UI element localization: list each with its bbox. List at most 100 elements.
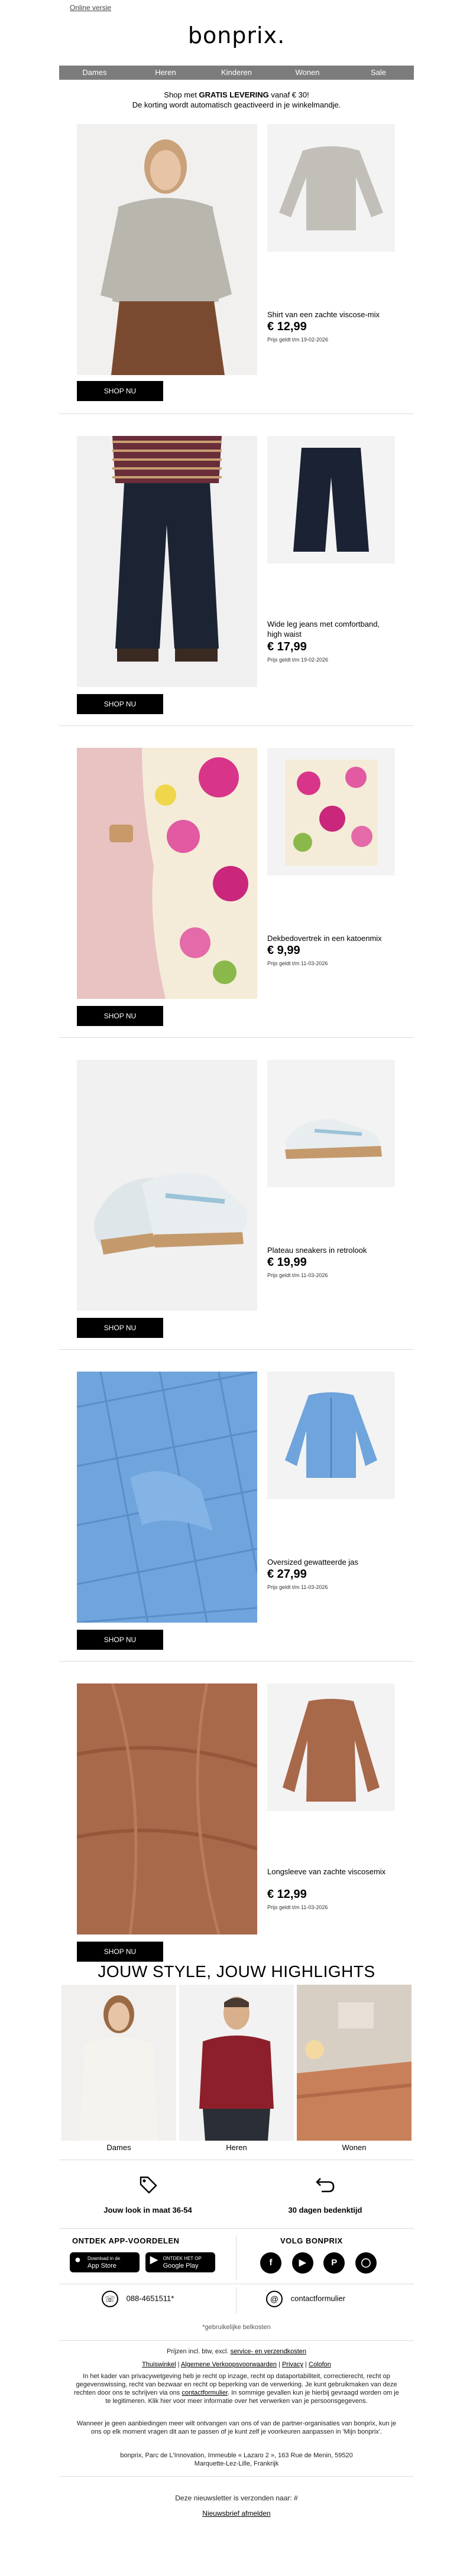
product-item-photo[interactable] <box>267 748 395 875</box>
company-address: bonprix, Parc de L'Innovation, Immeuble … <box>71 2451 402 2468</box>
product-jacket-detail-photo[interactable] <box>77 1372 257 1623</box>
shipping-costs-link[interactable]: service- en verzendkosten <box>231 2348 306 2355</box>
unsubscribe-link[interactable]: Nieuwsbrief afmelden <box>202 2509 270 2518</box>
google-play-label: Google Play <box>163 2262 199 2269</box>
app-store-label: App Store <box>88 2262 116 2269</box>
product-price: € 19,99 <box>267 1256 307 1269</box>
highlight-label-wonen[interactable]: Wonen <box>297 2143 412 2152</box>
product-model-photo[interactable] <box>77 436 257 687</box>
highlight-heren-photo[interactable] <box>179 1985 294 2141</box>
product-name[interactable]: Dekbedovertrek in een katoenmix <box>267 933 395 943</box>
app-store-button[interactable]: ● Download in de App Store <box>70 2252 140 2272</box>
phone-contact[interactable]: ☏ 088-4651511* <box>102 2291 174 2307</box>
promo-suffix: vanaf € 30! <box>268 90 309 99</box>
pinterest-icon[interactable]: P <box>323 2252 345 2274</box>
section-divider <box>59 725 414 726</box>
section-divider <box>59 1037 414 1038</box>
shop-now-button[interactable]: SHOP NU <box>77 694 163 714</box>
benefit-return-text: 30 dagen bedenktijd <box>288 2206 362 2214</box>
highlights-title: JOUW STYLE, JOUW HIGHLIGHTS <box>98 1962 375 1981</box>
facebook-icon[interactable]: f <box>260 2252 281 2274</box>
app-section-title: ONTDEK APP-VOORDELEN <box>72 2236 180 2245</box>
product-name[interactable]: Shirt van een zachte viscose-mix <box>267 310 395 320</box>
highlight-label-dames[interactable]: Dames <box>61 2143 176 2152</box>
product-price: € 12,99 <box>267 1888 307 1901</box>
section-divider <box>59 1349 414 1350</box>
nav-item-kinderen[interactable]: Kinderen <box>201 66 272 80</box>
price-validity-note: Prijs geldt t/m 11-03-2026 <box>267 960 328 966</box>
vertical-divider <box>236 2287 237 2313</box>
product-price: € 12,99 <box>267 320 307 333</box>
section-divider <box>59 1661 414 1662</box>
product-model-photo[interactable] <box>77 124 257 375</box>
shop-now-button[interactable]: SHOP NU <box>77 1630 163 1650</box>
address-line-2: Marquette-Lez-Lille, Frankrijk <box>194 2460 279 2467</box>
shop-now-button[interactable]: SHOP NU <box>77 1942 163 1962</box>
price-validity-note: Prijs geldt t/m 19-02-2026 <box>267 337 329 343</box>
price-validity-note: Prijs geldt t/m 11-03-2026 <box>267 1584 328 1590</box>
product-block: Dekbedovertrek in een katoenmix € 9,99 P… <box>77 748 396 1026</box>
highlight-wonen-photo[interactable] <box>297 1985 412 2141</box>
product-sneaker-photo[interactable] <box>77 1060 257 1311</box>
product-price: € 17,99 <box>267 640 307 653</box>
privacy-contact-form-link[interactable]: contactformulier <box>182 2389 228 2396</box>
product-fabric-detail-photo[interactable] <box>77 1683 257 1935</box>
form-contact[interactable]: @ contactformulier <box>266 2291 345 2307</box>
shop-now-button[interactable]: SHOP NU <box>77 1318 163 1338</box>
contact-form-link[interactable]: contactformulier <box>291 2294 345 2303</box>
price-validity-note: Prijs geldt t/m 11-03-2026 <box>267 1904 328 1910</box>
product-bedding-photo[interactable] <box>77 748 257 999</box>
apple-icon: ● <box>74 2253 81 2265</box>
youtube-icon[interactable]: ▶ <box>291 2252 313 2274</box>
product-item-photo[interactable] <box>267 436 395 564</box>
product-item-photo[interactable] <box>267 1683 395 1811</box>
product-block: Plateau sneakers in retrolook € 19,99 Pr… <box>77 1060 396 1338</box>
highlight-dames-photo[interactable] <box>61 1985 176 2141</box>
product-block: Shirt van een zachte viscose-mix € 12,99… <box>77 124 396 401</box>
email-page: Online versie bonprix. Dames Heren Kinde… <box>0 0 473 2576</box>
app-store-small-text: Download in de <box>88 2256 121 2261</box>
shop-now-button[interactable]: SHOP NU <box>77 381 163 401</box>
nav-item-wonen[interactable]: Wonen <box>272 66 343 80</box>
product-item-photo[interactable] <box>267 1060 395 1187</box>
google-play-icon: ▶ <box>150 2253 158 2265</box>
nav-item-dames[interactable]: Dames <box>59 66 130 80</box>
product-name[interactable]: Oversized gewatteerde jas <box>267 1557 395 1567</box>
free-shipping-banner: Shop met GRATIS LEVERING vanaf € 30! De … <box>59 90 414 110</box>
product-price: € 9,99 <box>267 944 300 957</box>
phone-icon: ☏ <box>102 2291 118 2307</box>
phone-number[interactable]: 088-4651511* <box>127 2294 174 2303</box>
call-cost-note: *gebruikelijke belkosten <box>202 2324 271 2331</box>
product-name[interactable]: Wide leg jeans met comfortband, high wai… <box>267 619 395 639</box>
footer-link-terms[interactable]: Algemene Verkoopsvoorwaarden <box>181 2361 277 2368</box>
bonprix-logo[interactable]: bonprix. <box>0 22 473 48</box>
shop-now-button[interactable]: SHOP NU <box>77 1006 163 1026</box>
price-validity-note: Prijs geldt t/m 11-03-2026 <box>267 1272 328 1278</box>
section-divider <box>59 2476 414 2477</box>
online-version-link[interactable]: Online versie <box>70 4 111 12</box>
product-item-photo[interactable] <box>267 1372 395 1499</box>
nav-item-sale[interactable]: Sale <box>343 66 414 80</box>
footer-link-privacy[interactable]: Privacy <box>282 2361 303 2368</box>
price-validity-note: Prijs geldt t/m 19-02-2026 <box>267 657 329 663</box>
legal-links: Thuiswinkel | Algemene Verkoopsvoorwaard… <box>142 2361 331 2368</box>
product-block: Oversized gewatteerde jas € 27,99 Prijs … <box>77 1372 396 1650</box>
highlight-label-heren[interactable]: Heren <box>179 2143 294 2152</box>
google-play-button[interactable]: ▶ ONTDEK HET OP Google Play <box>145 2252 215 2272</box>
product-name[interactable]: Longsleeve van zachte viscosemix <box>267 1867 395 1877</box>
category-nav: Dames Heren Kinderen Wonen Sale <box>59 66 414 80</box>
nav-item-heren[interactable]: Heren <box>130 66 201 80</box>
promo-discount-note: De korting wordt automatisch geactiveerd… <box>132 100 341 109</box>
prices-note: Prijzen incl. btw, excl. service- en ver… <box>71 2347 402 2356</box>
product-item-photo[interactable] <box>267 124 395 252</box>
benefit-sizes-text: Jouw look in maat 36-54 <box>103 2206 192 2214</box>
promo-highlight: GRATIS LEVERING <box>199 90 269 99</box>
prices-note-text: Prijzen incl. btw, excl. <box>167 2348 231 2355</box>
benefit-return: 30 dagen bedenktijd <box>237 2174 414 2214</box>
address-line-1: bonprix, Parc de L'Innovation, Immeuble … <box>120 2452 353 2459</box>
instagram-icon[interactable]: ◯ <box>355 2252 377 2274</box>
product-name[interactable]: Plateau sneakers in retrolook <box>267 1245 395 1255</box>
footer-link-colofon[interactable]: Colofon <box>309 2361 331 2368</box>
footer-link-thuiswinkel[interactable]: Thuiswinkel <box>142 2361 176 2368</box>
at-icon: @ <box>266 2291 283 2307</box>
